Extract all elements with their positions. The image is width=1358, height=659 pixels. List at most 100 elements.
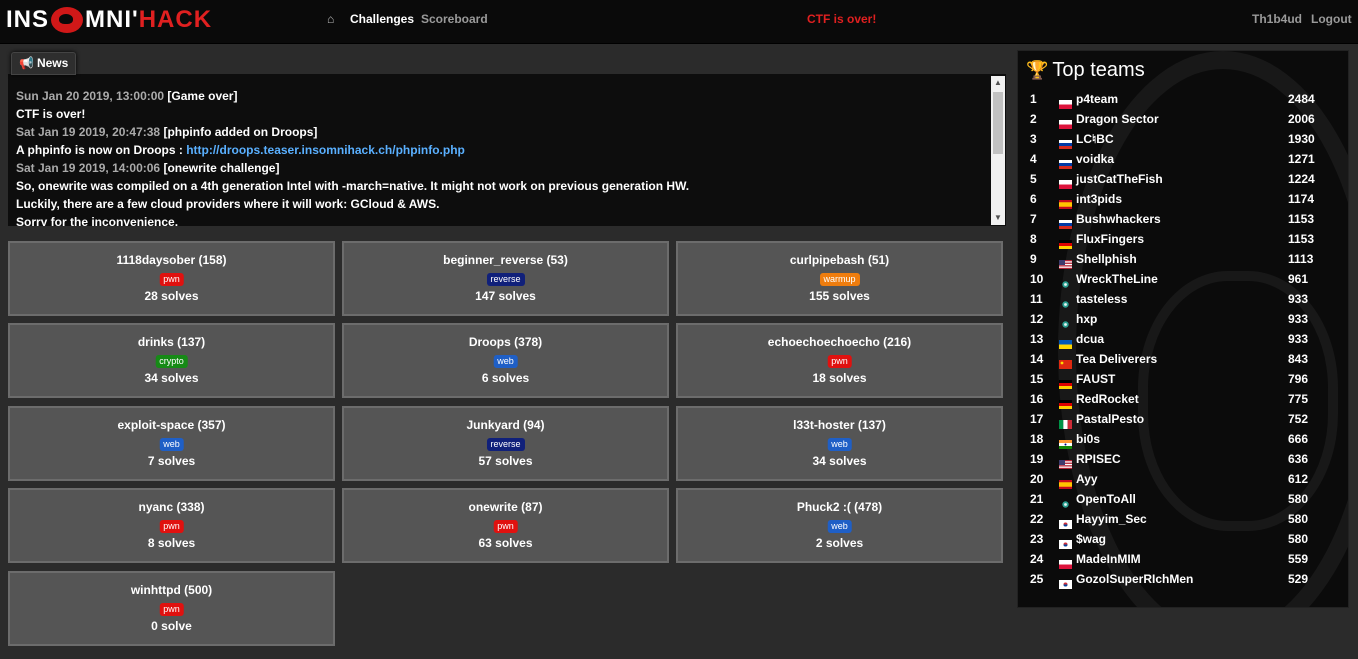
team-row[interactable]: 19 RPISEC 636	[1030, 449, 1330, 469]
team-row[interactable]: 22 Hayyim_Sec 580	[1030, 509, 1330, 529]
challenge-card[interactable]: echoechoechoecho (216) pwn 18 solves	[676, 323, 1003, 398]
team-score: 933	[1288, 312, 1309, 326]
team-name[interactable]: WreckTheLine	[1076, 269, 1158, 289]
team-row[interactable]: 11 tasteless 933	[1030, 289, 1330, 309]
scroll-thumb[interactable]	[993, 92, 1003, 154]
challenge-card[interactable]: Junkyard (94) reverse 57 solves	[342, 406, 669, 481]
logout-link[interactable]: Logout	[1311, 12, 1352, 26]
team-name[interactable]: FAUST	[1076, 369, 1115, 389]
team-rank: 25	[1030, 572, 1044, 586]
challenge-card[interactable]: nyanc (338) pwn 8 solves	[8, 488, 335, 563]
team-row[interactable]: 1 p4team 2484	[1030, 89, 1330, 109]
team-row[interactable]: 6 int3pids 1174	[1030, 189, 1330, 209]
news-text: CTF is over!	[16, 107, 86, 121]
team-name[interactable]: Hayyim_Sec	[1076, 509, 1147, 529]
team-row[interactable]: 7 Bushwhackers 1153	[1030, 209, 1330, 229]
team-name[interactable]: Bushwhackers	[1076, 209, 1161, 229]
team-name[interactable]: dcua	[1076, 329, 1104, 349]
challenge-card[interactable]: onewrite (87) pwn 63 solves	[342, 488, 669, 563]
nav-challenges-link[interactable]: Challenges	[350, 12, 414, 26]
team-name[interactable]: Ayy	[1076, 469, 1098, 489]
team-row[interactable]: 9 Shellphish 1113	[1030, 249, 1330, 269]
team-name[interactable]: $wag	[1076, 529, 1106, 549]
team-name[interactable]: hxp	[1076, 309, 1097, 329]
team-score: 796	[1288, 372, 1309, 386]
news-line: Sat Jan 19 2019, 20:47:38 [phpinfo added…	[16, 123, 986, 141]
team-row[interactable]: 8 FluxFingers 1153	[1030, 229, 1330, 249]
team-row[interactable]: 5 justCatTheFish 1224	[1030, 169, 1330, 189]
team-row[interactable]: 20 Ayy 612	[1030, 469, 1330, 489]
team-rank: 24	[1030, 552, 1044, 566]
team-name[interactable]: OpenToAll	[1076, 489, 1136, 509]
country-flag-icon	[1059, 395, 1072, 409]
team-name[interactable]: RedRocket	[1076, 389, 1139, 409]
team-score: 775	[1288, 392, 1309, 406]
team-rank: 17	[1030, 412, 1044, 426]
team-name[interactable]: FluxFingers	[1076, 229, 1144, 249]
team-row[interactable]: 12 hxp 933	[1030, 309, 1330, 329]
team-row[interactable]: 2 Dragon Sector 2006	[1030, 109, 1330, 129]
challenge-card[interactable]: exploit-space (357) web 7 solves	[8, 406, 335, 481]
country-flag-icon	[1059, 455, 1072, 469]
team-row[interactable]: 24 MadeInMIM 559	[1030, 549, 1330, 569]
team-row[interactable]: 13 dcua 933	[1030, 329, 1330, 349]
team-score: 1153	[1288, 212, 1315, 226]
team-name[interactable]: MadeInMIM	[1076, 549, 1141, 569]
team-row[interactable]: 17 PastalPesto 752	[1030, 409, 1330, 429]
team-name[interactable]: Dragon Sector	[1076, 109, 1159, 129]
team-row[interactable]: 18 bi0s 666	[1030, 429, 1330, 449]
team-row[interactable]: 25 GozolSuperRIchMen 529	[1030, 569, 1330, 589]
team-row[interactable]: 23 $wag 580	[1030, 529, 1330, 549]
team-name[interactable]: PastalPesto	[1076, 409, 1144, 429]
team-name[interactable]: int3pids	[1076, 189, 1122, 209]
challenge-card[interactable]: curlpipebash (51) warmup 155 solves	[676, 241, 1003, 316]
challenge-card[interactable]: winhttpd (500) pwn 0 solve	[8, 571, 335, 646]
scroll-up-arrow-icon[interactable]: ▲	[991, 76, 1005, 90]
team-score: 1271	[1288, 152, 1315, 166]
home-icon[interactable]: ⌂	[327, 12, 334, 26]
news-link[interactable]: http://droops.teaser.insomnihack.ch/phpi…	[186, 143, 465, 157]
user-link[interactable]: Th1b4ud	[1252, 12, 1302, 26]
insomnihack-logo[interactable]: INS MNI' HACK	[6, 6, 312, 33]
team-name[interactable]: p4team	[1076, 89, 1118, 109]
country-flag-icon	[1059, 315, 1072, 328]
logo-text-right: HACK	[138, 6, 213, 33]
team-row[interactable]: 3 LC♮BC 1930	[1030, 129, 1330, 149]
team-row[interactable]: 14 Tea Deliverers 843	[1030, 349, 1330, 369]
challenge-card[interactable]: Phuck2 :( (478) web 2 solves	[676, 488, 1003, 563]
team-row[interactable]: 4 voidka 1271	[1030, 149, 1330, 169]
challenge-card[interactable]: Droops (378) web 6 solves	[342, 323, 669, 398]
team-name[interactable]: bi0s	[1076, 429, 1100, 449]
team-row[interactable]: 16 RedRocket 775	[1030, 389, 1330, 409]
nav-scoreboard-link[interactable]: Scoreboard	[421, 12, 488, 26]
team-name[interactable]: Shellphish	[1076, 249, 1137, 269]
team-row[interactable]: 15 FAUST 796	[1030, 369, 1330, 389]
team-score: 559	[1288, 552, 1309, 566]
team-name[interactable]: LC♮BC	[1076, 129, 1114, 149]
news-scrollbar[interactable]: ▲ ▼	[991, 76, 1005, 225]
team-name[interactable]: justCatTheFish	[1076, 169, 1163, 189]
challenge-card[interactable]: l33t-hoster (137) web 34 solves	[676, 406, 1003, 481]
challenge-solves: 147 solves	[475, 289, 536, 303]
challenge-name: 1118daysober (158)	[116, 253, 227, 267]
team-rank: 11	[1030, 292, 1043, 306]
scroll-down-arrow-icon[interactable]: ▼	[991, 211, 1005, 225]
challenge-card[interactable]: drinks (137) crypto 34 solves	[8, 323, 335, 398]
team-rank: 9	[1030, 252, 1037, 266]
news-tab[interactable]: 📢 News	[11, 52, 77, 75]
team-row[interactable]: 10 WreckTheLine 961	[1030, 269, 1330, 289]
team-name[interactable]: RPISEC	[1076, 449, 1121, 469]
team-name[interactable]: tasteless	[1076, 289, 1127, 309]
team-score: 666	[1288, 432, 1309, 446]
team-name[interactable]: GozolSuperRIchMen	[1076, 569, 1193, 589]
challenge-solves: 0 solve	[151, 619, 192, 633]
team-score: 1224	[1288, 172, 1315, 186]
team-score: 1153	[1288, 232, 1315, 246]
challenge-card[interactable]: beginner_reverse (53) reverse 147 solves	[342, 241, 669, 316]
team-name[interactable]: voidka	[1076, 149, 1114, 169]
team-row[interactable]: 21 OpenToAll 580	[1030, 489, 1330, 509]
team-name[interactable]: Tea Deliverers	[1076, 349, 1157, 369]
challenge-card[interactable]: 1118daysober (158) pwn 28 solves	[8, 241, 335, 316]
country-flag-icon	[1059, 375, 1072, 389]
challenge-category-badge: web	[827, 438, 852, 451]
